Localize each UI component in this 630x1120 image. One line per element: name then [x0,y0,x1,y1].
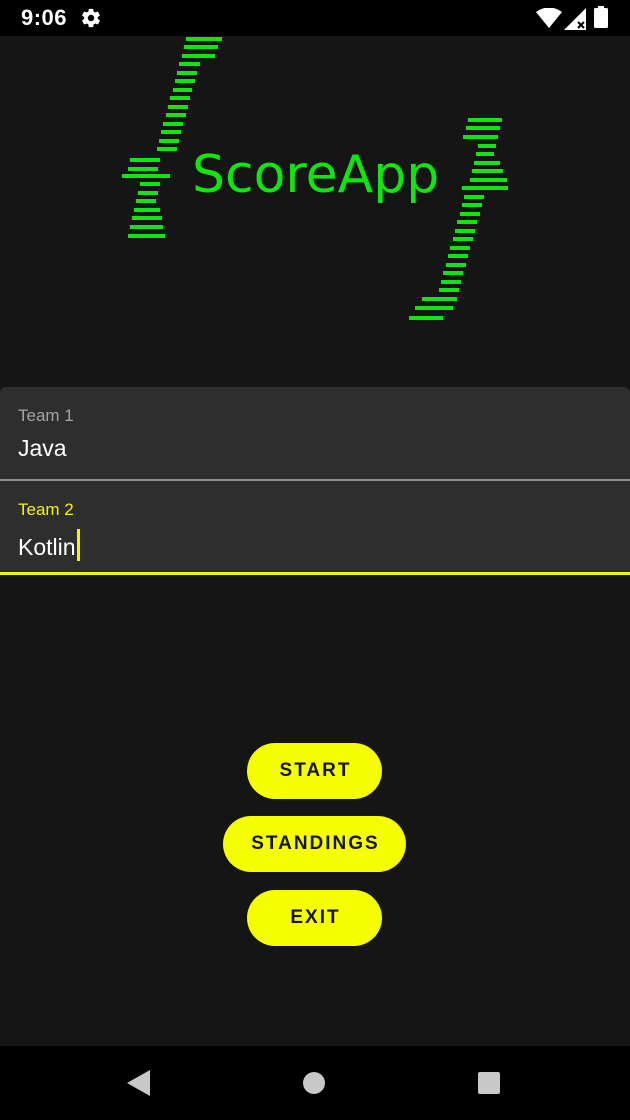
battery-icon [594,6,608,28]
start-button[interactable]: START [247,743,382,799]
team2-input-wrapper[interactable]: Kotlin [18,529,80,561]
signal-icon [564,8,586,30]
team2-input[interactable]: Kotlin [18,534,76,560]
recents-icon[interactable] [477,1071,501,1095]
team1-label: Team 1 [18,406,74,425]
gear-icon [82,8,100,28]
wifi-icon [536,8,562,28]
app-logo-text: ScoreApp [192,145,440,205]
team1-field[interactable]: Team 1 Java [0,387,630,481]
text-cursor [76,529,80,561]
home-icon[interactable] [302,1071,326,1095]
team1-input[interactable]: Java [18,435,67,462]
main-screen: 9:06 ScoreApp Team 1 Java Team 2 Kotlin … [0,0,630,1120]
team2-field[interactable]: Team 2 Kotlin [0,481,630,575]
status-time: 9:06 [21,5,68,30]
back-icon[interactable] [127,1070,151,1096]
team2-label: Team 2 [18,500,74,519]
standings-button[interactable]: STANDINGS [223,816,406,872]
exit-button[interactable]: EXIT [247,890,382,946]
navigation-bar [0,1046,630,1120]
